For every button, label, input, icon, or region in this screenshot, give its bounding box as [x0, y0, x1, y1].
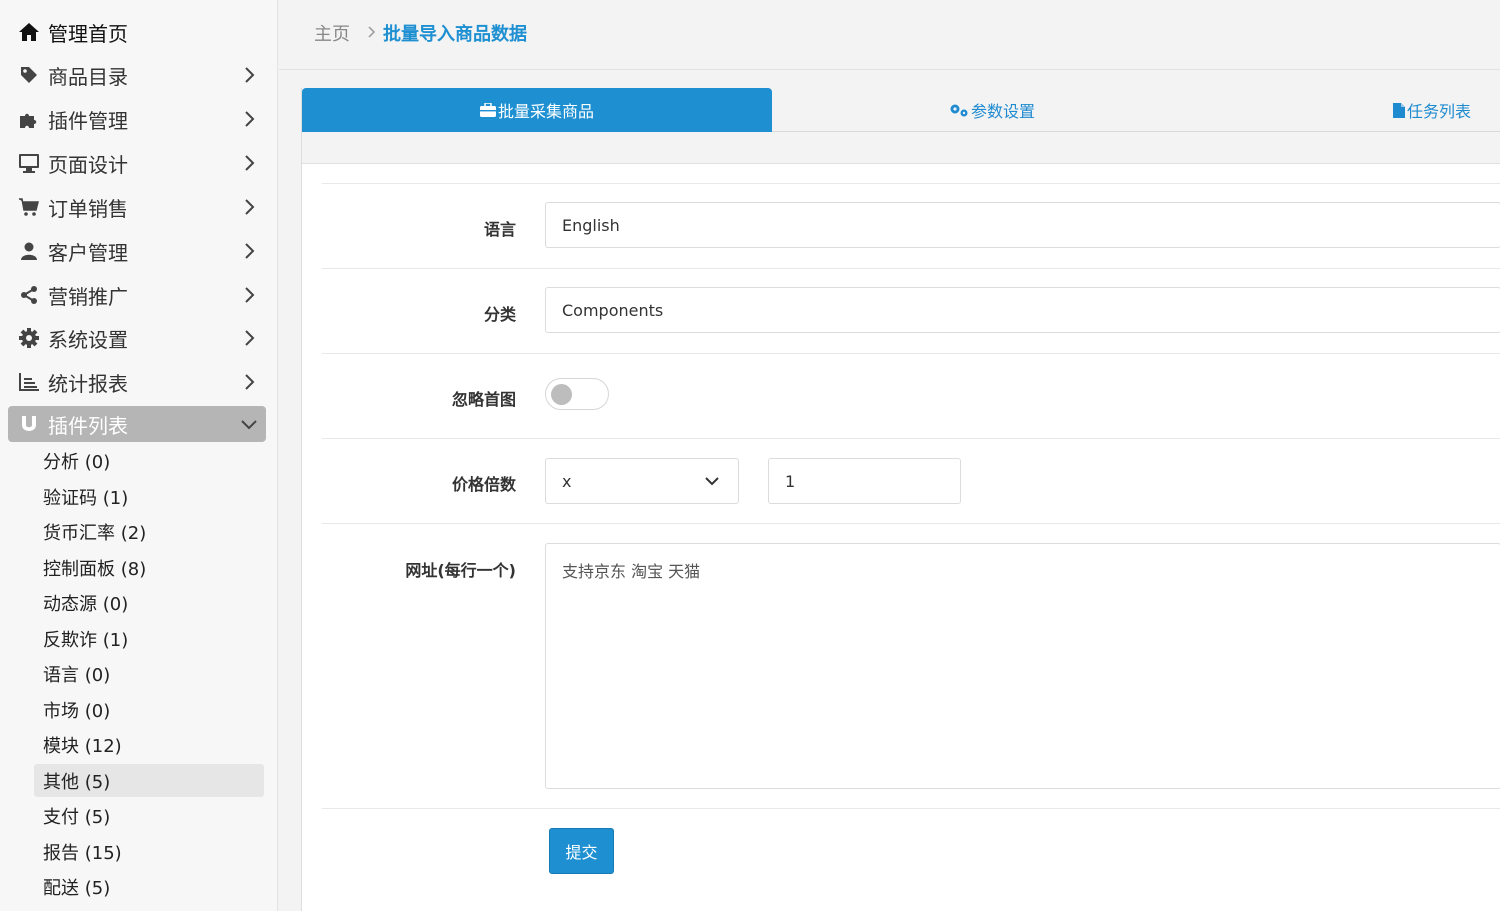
- sidebar-item-label: 营销推广: [48, 284, 128, 309]
- chevron-right-icon: [245, 243, 255, 259]
- tab-batch-collect[interactable]: 批量采集商品: [302, 88, 772, 132]
- page-title: 批量导入商品数据: [383, 24, 527, 45]
- chevron-down-icon: [705, 477, 719, 486]
- puzzle-icon: [18, 108, 40, 130]
- price-operator-value: x: [562, 471, 572, 491]
- sidebar-item-settings[interactable]: 系统设置: [8, 320, 266, 356]
- category-select[interactable]: Components: [545, 287, 1500, 333]
- home-icon: [18, 21, 40, 43]
- submenu-item[interactable]: 控制面板 (8): [34, 551, 264, 584]
- share-icon: [18, 284, 40, 306]
- submenu-item[interactable]: 分析 (0): [34, 444, 264, 477]
- magnet-icon: [18, 413, 40, 435]
- submenu-item[interactable]: 反欺诈 (1): [34, 622, 264, 655]
- tab-bar: 批量采集商品 参数设置 任务列表: [302, 88, 1500, 132]
- sidebar-item-extensions[interactable]: 插件管理: [8, 101, 266, 137]
- sidebar-item-dashboard[interactable]: 管理首页: [8, 14, 266, 50]
- tab-label: 批量采集商品: [497, 102, 594, 121]
- sidebar-item-label: 商品目录: [48, 64, 128, 89]
- sidebar-item-label: 系统设置: [48, 327, 128, 352]
- price-multiplier-value: 1: [785, 471, 796, 491]
- submenu-item[interactable]: 报告 (15): [34, 835, 264, 868]
- sidebar-item-plugin-list[interactable]: 插件列表: [8, 406, 266, 442]
- submenu-item[interactable]: 支付 (5): [34, 799, 264, 832]
- chevron-right-icon: [245, 155, 255, 171]
- tab-label: 任务列表: [1406, 102, 1471, 121]
- main-panel: 批量采集商品 参数设置 任务列表 语言 English 分类 Component…: [301, 88, 1500, 911]
- chevron-right-icon: [245, 111, 255, 127]
- tab-label: 参数设置: [970, 102, 1035, 121]
- sidebar-item-label: 订单销售: [48, 196, 128, 221]
- submenu-item[interactable]: 验证码 (1): [34, 480, 264, 513]
- submenu-item-selected[interactable]: 其他 (5): [34, 764, 264, 797]
- category-label: 分类: [483, 305, 516, 324]
- chevron-down-icon: [241, 420, 257, 430]
- submit-button[interactable]: 提交: [549, 828, 614, 874]
- cogs-icon: [950, 104, 968, 117]
- sidebar: 管理首页 商品目录 插件管理 页面设计 订单销售 客户管理 营销推广 系统设置 …: [0, 0, 278, 911]
- submenu-item[interactable]: 模块 (12): [34, 728, 264, 761]
- chevron-right-icon: [368, 26, 376, 38]
- divider: [322, 808, 1500, 809]
- submenu-item[interactable]: 市场 (0): [34, 693, 264, 726]
- user-icon: [18, 240, 40, 262]
- chart-icon: [18, 371, 40, 393]
- language-select[interactable]: English: [545, 202, 1500, 248]
- sidebar-item-marketing[interactable]: 营销推广: [8, 277, 266, 313]
- tab-content-header: [302, 132, 1500, 164]
- submenu-item[interactable]: 语言 (0): [34, 657, 264, 690]
- sidebar-item-customers[interactable]: 客户管理: [8, 233, 266, 269]
- submenu-item[interactable]: 货币汇率 (2): [34, 515, 264, 548]
- sidebar-item-label: 插件列表: [48, 413, 128, 438]
- sidebar-item-reports[interactable]: 统计报表: [8, 364, 266, 400]
- urls-placeholder: 支持京东 淘宝 天猫: [562, 562, 701, 581]
- breadcrumb: 主页 批量导入商品数据: [279, 0, 1500, 70]
- toggle-knob: [551, 384, 572, 405]
- urls-label: 网址(每行一个): [405, 561, 516, 580]
- divider: [322, 268, 1500, 269]
- sidebar-item-label: 客户管理: [48, 240, 128, 265]
- briefcase-icon: [479, 103, 496, 117]
- price-multiplier-label: 价格倍数: [451, 475, 516, 494]
- ignore-first-image-label: 忽略首图: [451, 390, 516, 409]
- divider: [322, 183, 1500, 184]
- urls-textarea[interactable]: 支持京东 淘宝 天猫: [545, 543, 1500, 789]
- tab-settings[interactable]: 参数设置: [902, 88, 1082, 132]
- sidebar-item-design[interactable]: 页面设计: [8, 145, 266, 181]
- tag-icon: [18, 64, 40, 86]
- sidebar-item-label: 插件管理: [48, 108, 128, 133]
- price-multiplier-input[interactable]: 1: [768, 458, 961, 504]
- divider: [322, 523, 1500, 524]
- cart-icon: [18, 196, 40, 218]
- sidebar-item-label: 管理首页: [48, 21, 128, 46]
- language-label: 语言: [483, 220, 516, 239]
- breadcrumb-home-link[interactable]: 主页: [314, 20, 350, 46]
- chevron-right-icon: [245, 67, 255, 83]
- tab-task-list[interactable]: 任务列表: [1362, 88, 1500, 132]
- language-value: English: [562, 215, 620, 235]
- sidebar-item-sales[interactable]: 订单销售: [8, 189, 266, 225]
- chevron-right-icon: [245, 287, 255, 303]
- divider: [322, 353, 1500, 354]
- gear-icon: [18, 327, 40, 349]
- sidebar-item-label: 页面设计: [48, 152, 128, 177]
- sidebar-item-catalog[interactable]: 商品目录: [8, 57, 266, 93]
- monitor-icon: [18, 152, 40, 174]
- category-value: Components: [562, 300, 664, 320]
- chevron-right-icon: [245, 374, 255, 390]
- divider: [322, 438, 1500, 439]
- submenu-item[interactable]: 动态源 (0): [34, 586, 264, 619]
- sidebar-item-label: 统计报表: [48, 371, 128, 396]
- chevron-right-icon: [245, 199, 255, 215]
- price-operator-select[interactable]: x: [545, 458, 739, 504]
- chevron-right-icon: [245, 330, 255, 346]
- ignore-first-image-toggle[interactable]: [545, 378, 609, 410]
- file-icon: [1392, 102, 1405, 118]
- submenu-item[interactable]: 配送 (5): [34, 870, 264, 903]
